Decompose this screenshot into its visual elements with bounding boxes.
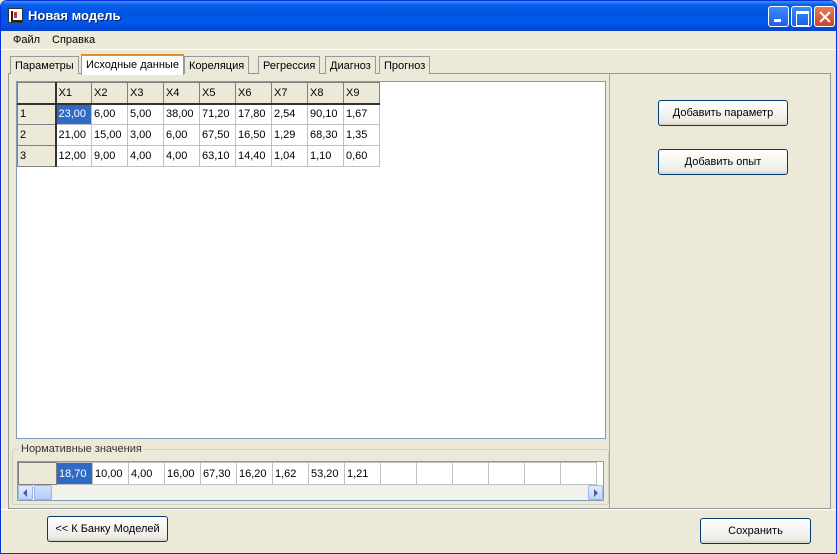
column-header[interactable]: X3 xyxy=(127,82,164,105)
tab-forecast[interactable]: Прогноз xyxy=(379,56,431,74)
main-window: Новая модель Файл Справка Параметры Исхо… xyxy=(0,0,837,554)
column-header[interactable]: X7 xyxy=(271,82,308,105)
tab-regression[interactable]: Регрессия xyxy=(258,56,321,74)
column-header[interactable]: X9 xyxy=(343,82,380,105)
table-cell[interactable]: 1,21 xyxy=(344,462,381,485)
source-data-grid[interactable]: X1 X2 X3 X4 X5 X6 X7 X8 X9 1 23,00 6,00 … xyxy=(16,81,606,439)
table-cell[interactable] xyxy=(416,462,453,485)
table-cell[interactable]: 71,20 xyxy=(199,103,236,125)
table-cell[interactable]: 16,20 xyxy=(236,462,273,485)
table-cell[interactable]: 9,00 xyxy=(91,145,128,167)
normative-values-legend: Нормативные значения xyxy=(19,443,144,455)
row-header[interactable]: 1 xyxy=(17,103,57,125)
table-cell[interactable]: 4,00 xyxy=(163,145,200,167)
table-cell[interactable]: 18,70 xyxy=(56,462,93,485)
table-cell[interactable]: 68,30 xyxy=(307,124,344,146)
back-to-model-bank-button[interactable]: << К Банку Моделей xyxy=(47,516,168,542)
grid-corner xyxy=(17,82,57,105)
table-cell[interactable]: 1,10 xyxy=(307,145,344,167)
maximize-button[interactable] xyxy=(791,6,812,27)
menu-bar: Файл Справка xyxy=(1,31,836,50)
table-cell[interactable]: 5,00 xyxy=(127,103,164,125)
scroll-left-icon[interactable] xyxy=(18,485,33,500)
table-cell[interactable]: 12,00 xyxy=(55,145,92,167)
column-header[interactable]: X8 xyxy=(307,82,344,105)
table-cell[interactable]: 67,50 xyxy=(199,124,236,146)
row-header[interactable]: 2 xyxy=(17,124,57,146)
table-cell[interactable]: 15,00 xyxy=(91,124,128,146)
table-cell[interactable]: 1,62 xyxy=(272,462,309,485)
table-cell[interactable]: 2,54 xyxy=(271,103,308,125)
table-cell[interactable]: 0,60 xyxy=(343,145,380,167)
table-cell[interactable]: 1,67 xyxy=(343,103,380,125)
table-cell[interactable] xyxy=(560,462,597,485)
table-row: 2 21,00 15,00 3,00 6,00 67,50 16,50 1,29… xyxy=(17,124,380,146)
table-cell[interactable]: 6,00 xyxy=(91,103,128,125)
scroll-right-icon[interactable] xyxy=(588,485,603,500)
table-cell[interactable]: 38,00 xyxy=(163,103,200,125)
table-cell[interactable]: 1,29 xyxy=(271,124,308,146)
table-cell[interactable]: 67,30 xyxy=(200,462,237,485)
tab-parameters[interactable]: Параметры xyxy=(10,56,79,74)
table-cell[interactable] xyxy=(452,462,489,485)
horizontal-scrollbar[interactable] xyxy=(18,485,603,500)
table-cell[interactable]: 3,00 xyxy=(127,124,164,146)
menu-file[interactable]: Файл xyxy=(13,34,40,46)
column-header[interactable]: X6 xyxy=(235,82,272,105)
minimize-button[interactable] xyxy=(768,6,789,27)
column-header[interactable]: X2 xyxy=(91,82,128,105)
tab-diagnosis[interactable]: Диагноз xyxy=(325,56,376,74)
table-cell[interactable]: 16,00 xyxy=(164,462,201,485)
table-cell[interactable]: 1,04 xyxy=(271,145,308,167)
table-cell[interactable] xyxy=(488,462,525,485)
table-cell[interactable]: 6,00 xyxy=(163,124,200,146)
app-icon[interactable] xyxy=(8,8,23,23)
table-cell[interactable] xyxy=(524,462,561,485)
save-button[interactable]: Сохранить xyxy=(700,518,811,544)
normative-values-grid[interactable]: 18,70 10,00 4,00 16,00 67,30 16,20 1,62 … xyxy=(17,461,604,501)
table-cell[interactable] xyxy=(380,462,417,485)
table-cell[interactable]: 4,00 xyxy=(128,462,165,485)
column-header[interactable]: X5 xyxy=(199,82,236,105)
menu-help[interactable]: Справка xyxy=(52,34,95,46)
table-cell[interactable]: 10,00 xyxy=(92,462,129,485)
tab-correlation[interactable]: Кореляция xyxy=(184,56,250,74)
table-cell[interactable]: 63,10 xyxy=(199,145,236,167)
normative-table: 18,70 10,00 4,00 16,00 67,30 16,20 1,62 … xyxy=(18,462,597,485)
table-cell[interactable]: 14,40 xyxy=(235,145,272,167)
table-cell[interactable]: 23,00 xyxy=(55,103,92,125)
actions-panel xyxy=(609,74,830,508)
row-header[interactable]: 3 xyxy=(17,145,57,167)
close-button[interactable] xyxy=(814,6,835,27)
table-cell[interactable]: 4,00 xyxy=(127,145,164,167)
table-cell[interactable]: 53,20 xyxy=(308,462,345,485)
tab-source-data[interactable]: Исходные данные xyxy=(81,54,184,75)
window-title: Новая модель xyxy=(28,8,121,23)
table-cell[interactable]: 1,35 xyxy=(343,124,380,146)
column-header[interactable]: X4 xyxy=(163,82,200,105)
table-cell[interactable]: 90,10 xyxy=(307,103,344,125)
column-header[interactable]: X1 xyxy=(55,82,92,105)
title-bar[interactable]: Новая модель xyxy=(1,1,836,31)
table-cell[interactable]: 17,80 xyxy=(235,103,272,125)
table-row: 3 12,00 9,00 4,00 4,00 63,10 14,40 1,04 … xyxy=(17,145,380,167)
add-experiment-button[interactable]: Добавить опыт xyxy=(658,149,788,175)
table-cell[interactable]: 21,00 xyxy=(55,124,92,146)
table-cell[interactable]: 16,50 xyxy=(235,124,272,146)
scroll-thumb[interactable] xyxy=(34,485,52,500)
grid-corner xyxy=(18,462,57,485)
table-header-row: X1 X2 X3 X4 X5 X6 X7 X8 X9 xyxy=(17,82,380,105)
table-row: 18,70 10,00 4,00 16,00 67,30 16,20 1,62 … xyxy=(18,462,597,485)
add-parameter-button[interactable]: Добавить параметр xyxy=(658,100,788,126)
table-row: 1 23,00 6,00 5,00 38,00 71,20 17,80 2,54… xyxy=(17,103,380,125)
data-table: X1 X2 X3 X4 X5 X6 X7 X8 X9 1 23,00 6,00 … xyxy=(17,82,380,167)
